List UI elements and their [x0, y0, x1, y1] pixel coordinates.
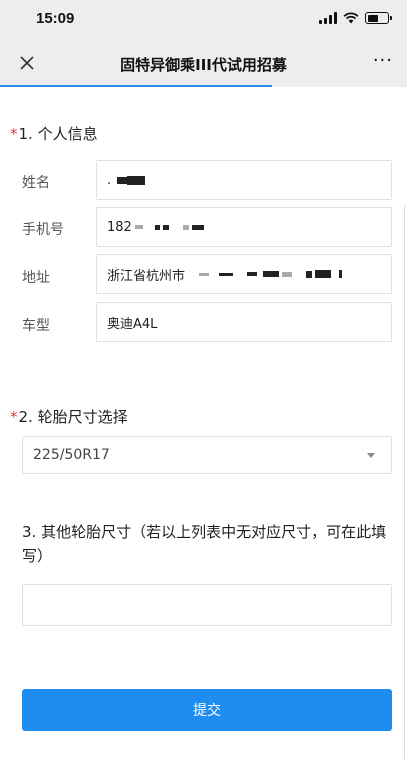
name-value: .: [107, 172, 112, 188]
question-1-title: *1. 个人信息: [10, 123, 98, 144]
wifi-icon: [343, 12, 359, 24]
question-2-label: 2. 轮胎尺寸选择: [18, 408, 128, 426]
loading-progress-bar: [0, 85, 272, 87]
phone-value: 182: [107, 219, 132, 235]
status-bar: 15:09: [0, 0, 407, 40]
name-label: 姓名: [22, 175, 50, 191]
address-field[interactable]: 浙江省杭州市: [96, 254, 392, 294]
page-title: 固特异御乘III代试用招募: [120, 56, 287, 74]
required-mark: *: [10, 408, 18, 426]
car-model-value: 奥迪A4L: [107, 316, 158, 332]
address-label: 地址: [22, 270, 50, 286]
question-3-title: 3. 其他轮胎尺寸（若以上列表中无对应尺寸，可在此填写）: [22, 523, 387, 565]
car-model-field[interactable]: 奥迪A4L: [96, 302, 392, 342]
status-time: 15:09: [36, 10, 75, 27]
more-icon[interactable]: ···: [373, 50, 393, 71]
chevron-down-icon: [367, 453, 375, 458]
question-1-label: 1. 个人信息: [18, 125, 98, 143]
submit-button-label: 提交: [193, 703, 221, 719]
name-field[interactable]: .: [96, 160, 392, 200]
submit-button[interactable]: 提交: [22, 689, 392, 731]
nav-bar: 固特异御乘III代试用招募 ···: [0, 40, 407, 87]
tire-size-select[interactable]: 225/50R17: [22, 436, 392, 474]
status-icons: [319, 12, 392, 24]
address-value: 浙江省杭州市: [107, 268, 186, 284]
signal-icon: [319, 12, 337, 24]
tire-size-selected-value: 225/50R17: [33, 447, 110, 463]
battery-icon: [365, 12, 392, 24]
car-model-label: 车型: [22, 318, 50, 334]
phone-label: 手机号: [22, 222, 64, 238]
required-mark: *: [10, 125, 18, 143]
page-edge-divider: [404, 205, 405, 759]
other-tire-size-input[interactable]: [22, 584, 392, 626]
question-2-title: *2. 轮胎尺寸选择: [10, 406, 128, 427]
phone-field[interactable]: 182: [96, 207, 392, 247]
